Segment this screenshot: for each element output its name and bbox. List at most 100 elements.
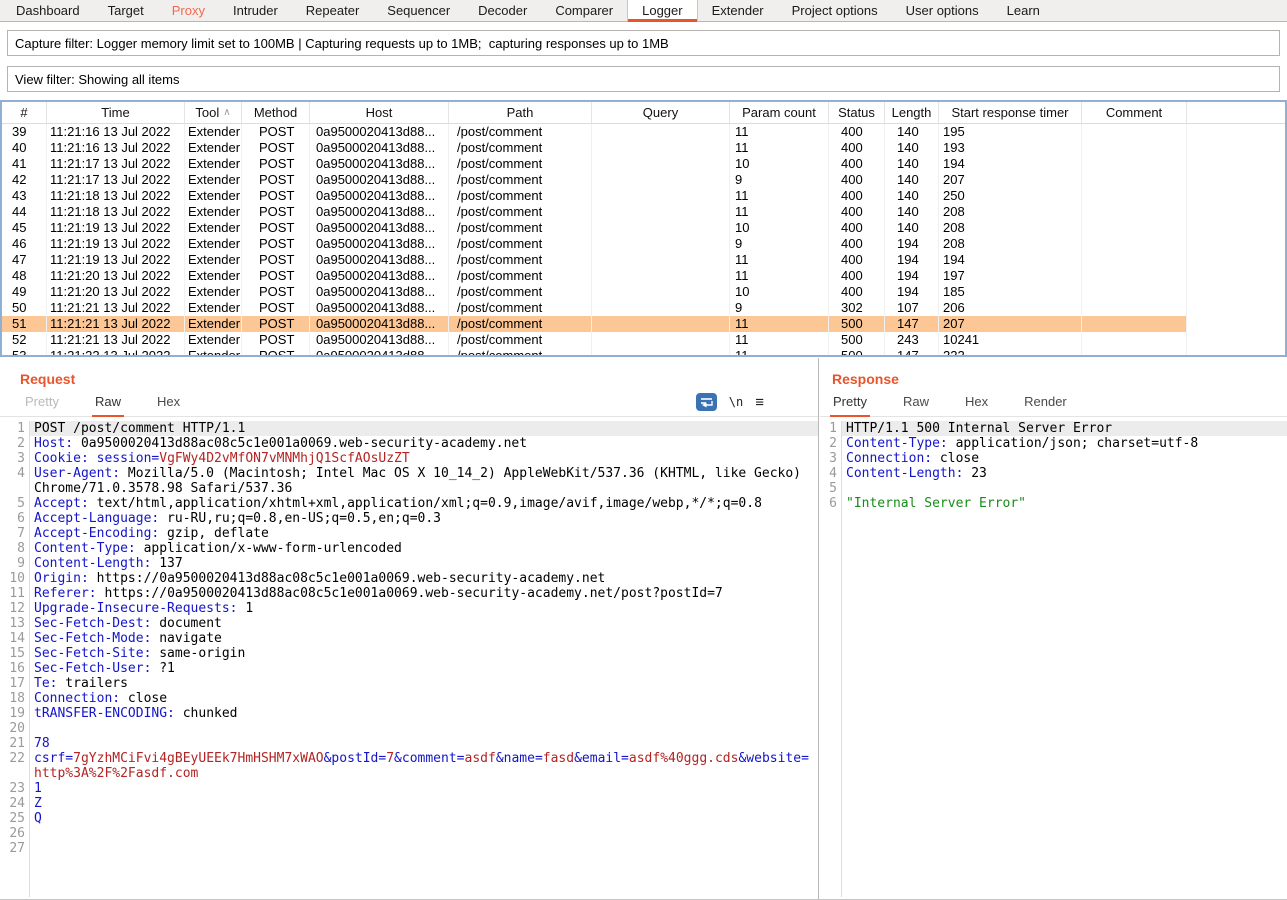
line-content[interactable]: Accept: text/html,application/xhtml+xml,… <box>30 496 818 511</box>
line-content[interactable]: Te: trailers <box>30 676 818 691</box>
request-tab-pretty[interactable]: Pretty <box>22 394 62 416</box>
column-header-query[interactable]: Query <box>592 102 730 123</box>
cell-method: POST <box>242 348 310 357</box>
line-content[interactable]: Content-Type: application/json; charset=… <box>842 436 1287 451</box>
log-row-43[interactable]: 4311:21:18 13 Jul 2022ExtenderPOST0a9500… <box>2 188 1187 204</box>
response-editor[interactable]: 1HTTP/1.1 500 Internal Server Error2Cont… <box>820 421 1287 897</box>
request-line-20: 20 <box>0 721 818 736</box>
line-content[interactable]: Accept-Language: ru-RU,ru;q=0.8,en-US;q=… <box>30 511 818 526</box>
menu-tab-extender[interactable]: Extender <box>698 0 778 21</box>
line-content[interactable] <box>30 721 818 736</box>
line-content[interactable]: Sec-Fetch-Dest: document <box>30 616 818 631</box>
line-content[interactable]: Host: 0a9500020413d88ac08c5c1e001a0069.w… <box>30 436 818 451</box>
response-tab-pretty[interactable]: Pretty <box>830 394 870 416</box>
editor-menu-icon[interactable]: ≡ <box>755 394 764 411</box>
menu-tab-decoder[interactable]: Decoder <box>464 0 541 21</box>
cell-param-count: 9 <box>730 300 829 316</box>
menu-tab-repeater[interactable]: Repeater <box>292 0 373 21</box>
column-header-num[interactable]: # <box>2 102 47 123</box>
menu-tab-intruder[interactable]: Intruder <box>219 0 292 21</box>
line-content[interactable]: Content-Length: 23 <box>842 466 1287 481</box>
line-content[interactable]: http%3A%2F%2Fasdf.com <box>30 766 818 781</box>
response-tab-raw[interactable]: Raw <box>900 394 932 416</box>
line-content[interactable]: Q <box>30 811 818 826</box>
line-content[interactable]: HTTP/1.1 500 Internal Server Error <box>842 421 1287 436</box>
cell-num: 39 <box>2 124 47 140</box>
line-content[interactable]: Connection: close <box>30 691 818 706</box>
menu-tab-target[interactable]: Target <box>94 0 158 21</box>
log-row-47[interactable]: 4711:21:19 13 Jul 2022ExtenderPOST0a9500… <box>2 252 1187 268</box>
request-tab-hex[interactable]: Hex <box>154 394 183 416</box>
line-content[interactable]: Upgrade-Insecure-Requests: 1 <box>30 601 818 616</box>
column-header-comment[interactable]: Comment <box>1082 102 1187 123</box>
line-content[interactable] <box>842 481 1287 496</box>
view-filter-bar[interactable]: View filter: Showing all items <box>7 66 1280 92</box>
request-editor[interactable]: 1POST /post/comment HTTP/1.12Host: 0a950… <box>0 421 818 897</box>
line-content[interactable]: Content-Type: application/x-www-form-url… <box>30 541 818 556</box>
request-tab-raw[interactable]: Raw <box>92 394 124 416</box>
log-row-39[interactable]: 3911:21:16 13 Jul 2022ExtenderPOST0a9500… <box>2 124 1187 140</box>
log-row-53[interactable]: 5311:21:22 13 Jul 2022ExtenderPOST0a9500… <box>2 348 1187 357</box>
line-content[interactable]: 78 <box>30 736 818 751</box>
log-row-44[interactable]: 4411:21:18 13 Jul 2022ExtenderPOST0a9500… <box>2 204 1187 220</box>
capture-filter-bar[interactable]: Capture filter: Logger memory limit set … <box>7 30 1280 56</box>
menu-tab-sequencer[interactable]: Sequencer <box>373 0 464 21</box>
line-content[interactable]: Content-Length: 137 <box>30 556 818 571</box>
line-content[interactable]: 1 <box>30 781 818 796</box>
line-content[interactable]: tRANSFER-ENCODING: chunked <box>30 706 818 721</box>
log-row-46[interactable]: 4611:21:19 13 Jul 2022ExtenderPOST0a9500… <box>2 236 1187 252</box>
log-row-45[interactable]: 4511:21:19 13 Jul 2022ExtenderPOST0a9500… <box>2 220 1187 236</box>
response-tab-hex[interactable]: Hex <box>962 394 991 416</box>
cell-time: 11:21:21 13 Jul 2022 <box>47 300 185 316</box>
line-content[interactable]: Sec-Fetch-Mode: navigate <box>30 631 818 646</box>
log-row-40[interactable]: 4011:21:16 13 Jul 2022ExtenderPOST0a9500… <box>2 140 1187 156</box>
menu-tab-learn[interactable]: Learn <box>993 0 1054 21</box>
log-row-42[interactable]: 4211:21:17 13 Jul 2022ExtenderPOST0a9500… <box>2 172 1187 188</box>
log-row-49[interactable]: 4911:21:20 13 Jul 2022ExtenderPOST0a9500… <box>2 284 1187 300</box>
line-content[interactable]: Chrome/71.0.3578.98 Safari/537.36 <box>30 481 818 496</box>
cell-method: POST <box>242 156 310 172</box>
menu-tab-logger[interactable]: Logger <box>627 0 697 21</box>
column-header-method[interactable]: Method <box>242 102 310 123</box>
newline-toggle-icon[interactable]: \n <box>729 395 743 409</box>
line-content[interactable]: csrf=7gYzhMCiFvi4gBEyUEEk7HmHSHM7xWAO&po… <box>30 751 818 766</box>
line-content[interactable]: Origin: https://0a9500020413d88ac08c5c1e… <box>30 571 818 586</box>
menu-tab-user-options[interactable]: User options <box>892 0 993 21</box>
line-content[interactable]: Referer: https://0a9500020413d88ac08c5c1… <box>30 586 818 601</box>
column-header-param-count[interactable]: Param count <box>730 102 829 123</box>
column-header-length[interactable]: Length <box>885 102 939 123</box>
line-content[interactable] <box>30 841 818 856</box>
line-content[interactable]: User-Agent: Mozilla/5.0 (Macintosh; Inte… <box>30 466 818 481</box>
request-line-13: 13Sec-Fetch-Dest: document <box>0 616 818 631</box>
request-line-5: 5Accept: text/html,application/xhtml+xml… <box>0 496 818 511</box>
line-content[interactable]: "Internal Server Error" <box>842 496 1287 511</box>
cell-length: 140 <box>885 172 939 188</box>
line-content[interactable]: Sec-Fetch-User: ?1 <box>30 661 818 676</box>
line-content[interactable]: POST /post/comment HTTP/1.1 <box>30 421 818 436</box>
column-header-start-response-timer[interactable]: Start response timer <box>939 102 1082 123</box>
line-content[interactable]: Cookie: session=VgFWy4D2vMfON7vMNMhjQ1Sc… <box>30 451 818 466</box>
column-header-tool[interactable]: Tool∧ <box>185 102 242 123</box>
column-header-host[interactable]: Host <box>310 102 449 123</box>
response-tab-render[interactable]: Render <box>1021 394 1070 416</box>
cell-num: 40 <box>2 140 47 156</box>
log-row-51[interactable]: 5111:21:21 13 Jul 2022ExtenderPOST0a9500… <box>2 316 1187 332</box>
line-content[interactable]: Sec-Fetch-Site: same-origin <box>30 646 818 661</box>
menu-tab-proxy[interactable]: Proxy <box>158 0 219 21</box>
menu-tab-comparer[interactable]: Comparer <box>541 0 627 21</box>
line-content[interactable]: Z <box>30 796 818 811</box>
menu-tab-project-options[interactable]: Project options <box>778 0 892 21</box>
menu-tab-dashboard[interactable]: Dashboard <box>2 0 94 21</box>
log-row-50[interactable]: 5011:21:21 13 Jul 2022ExtenderPOST0a9500… <box>2 300 1187 316</box>
line-content[interactable]: Accept-Encoding: gzip, deflate <box>30 526 818 541</box>
pretty-print-toggle-icon[interactable] <box>696 393 717 411</box>
log-row-48[interactable]: 4811:21:20 13 Jul 2022ExtenderPOST0a9500… <box>2 268 1187 284</box>
log-row-41[interactable]: 4111:21:17 13 Jul 2022ExtenderPOST0a9500… <box>2 156 1187 172</box>
log-row-52[interactable]: 5211:21:21 13 Jul 2022ExtenderPOST0a9500… <box>2 332 1187 348</box>
column-header-time[interactable]: Time <box>47 102 185 123</box>
line-content[interactable]: Connection: close <box>842 451 1287 466</box>
column-header-status[interactable]: Status <box>829 102 885 123</box>
response-line-5: 5 <box>820 481 1287 496</box>
column-header-path[interactable]: Path <box>449 102 592 123</box>
line-content[interactable] <box>30 826 818 841</box>
